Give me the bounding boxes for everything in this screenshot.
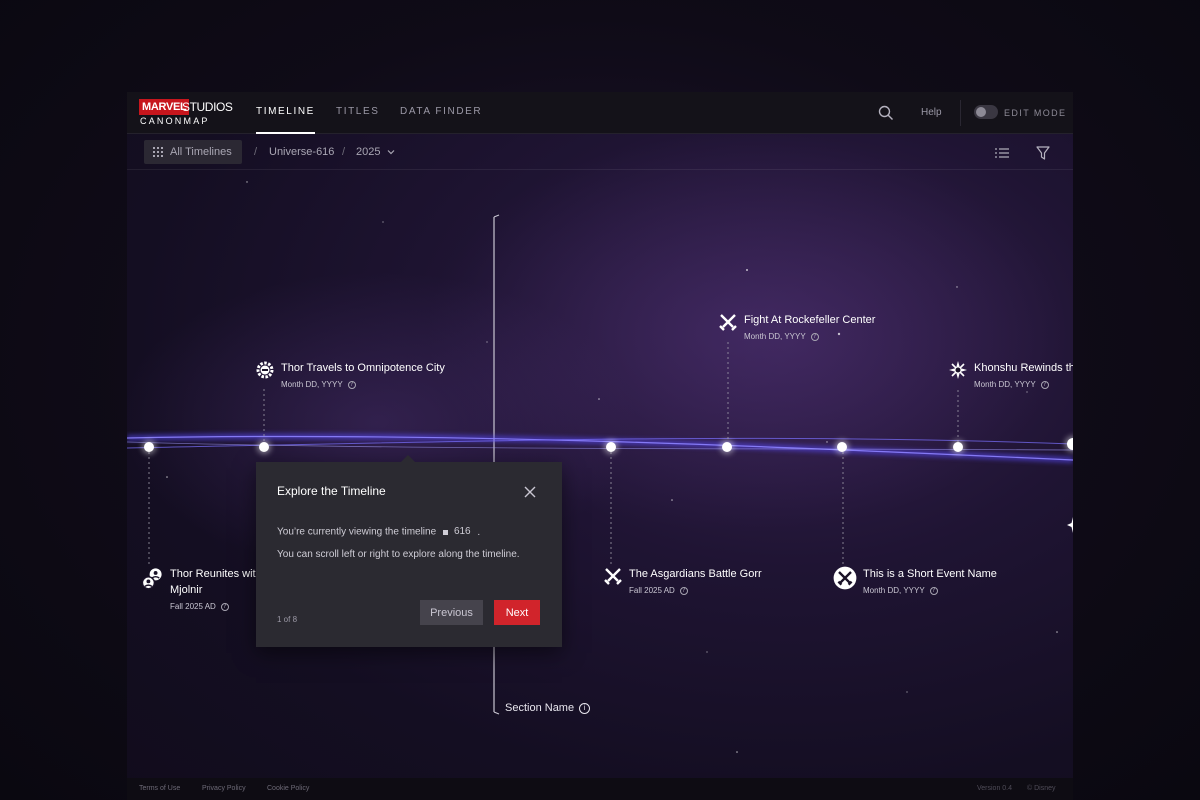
marvel-studios-canonmap-logo[interactable]: MARVEL STUDIOS CANONMAP bbox=[139, 99, 233, 127]
timeline-node[interactable] bbox=[722, 442, 732, 452]
gear-helmet-icon bbox=[256, 361, 274, 379]
footer-link-terms[interactable]: Terms of Use bbox=[139, 778, 180, 800]
toggle-knob bbox=[976, 107, 986, 117]
crossed-swords-icon bbox=[719, 314, 737, 331]
people-icon bbox=[141, 568, 162, 590]
timeline-node[interactable] bbox=[837, 442, 847, 452]
breadcrumb-separator: / bbox=[254, 146, 258, 158]
event-title: Khonshu Rewinds the bbox=[974, 362, 1073, 374]
logo-canonmap: CANONMAP bbox=[140, 116, 210, 126]
timeline-badge: 616 bbox=[442, 524, 471, 540]
help-circle-icon[interactable]: ? bbox=[929, 586, 938, 595]
help-circle-icon[interactable]: ? bbox=[347, 380, 356, 389]
starburst-icon bbox=[1067, 517, 1073, 533]
timeline-node[interactable] bbox=[953, 442, 963, 452]
crossed-swords-icon bbox=[604, 568, 622, 585]
copyright-label: © Disney bbox=[1027, 785, 1056, 792]
timeline-node[interactable] bbox=[606, 442, 616, 452]
all-timelines-label: All Timelines bbox=[170, 146, 232, 158]
tab-data-finder[interactable]: DATA FINDER bbox=[400, 92, 482, 134]
event-title: The Asgardians Battle Gorr bbox=[629, 568, 762, 580]
help-circle-icon[interactable]: ? bbox=[810, 332, 819, 341]
filter-icon[interactable] bbox=[1036, 146, 1050, 160]
help-circle-icon[interactable]: ? bbox=[679, 586, 688, 595]
crossed-swords-circle-icon bbox=[833, 566, 857, 590]
event-date: Fall 2025 AD bbox=[170, 602, 216, 611]
logo-studios: STUDIOS bbox=[182, 100, 233, 114]
breadcrumb-separator: / bbox=[342, 146, 346, 158]
timeline-id: 616 bbox=[453, 526, 471, 537]
tooltip-body: You’re currently viewing the timeline 61… bbox=[277, 524, 537, 569]
section-name: Section Name bbox=[505, 702, 575, 714]
tooltip-step-count: 1 of 8 bbox=[277, 615, 298, 624]
event-date: Month DD, YYYY bbox=[974, 380, 1036, 389]
grid-icon bbox=[153, 147, 163, 157]
close-icon[interactable] bbox=[524, 486, 536, 498]
tooltip-line1: You’re currently viewing the timeline bbox=[277, 526, 437, 538]
footer-link-privacy[interactable]: Privacy Policy bbox=[202, 778, 246, 800]
version-label: Version 0.4 bbox=[977, 785, 1013, 792]
starburst-icon bbox=[949, 361, 967, 379]
timeline-node[interactable] bbox=[259, 442, 269, 452]
tooltip-line1-end: . bbox=[477, 526, 481, 538]
info-icon[interactable]: i bbox=[579, 702, 591, 714]
help-circle-icon[interactable]: ? bbox=[1040, 380, 1049, 389]
event-card[interactable]: Thor Reunites with Mjolnir Fall 2025 AD? bbox=[140, 566, 262, 611]
breadcrumb: All Timelines / Universe-616 / 2025 bbox=[127, 134, 1073, 170]
tooltip-title: Explore the Timeline bbox=[277, 484, 386, 498]
tab-titles[interactable]: TITLES bbox=[336, 92, 380, 134]
timeline-node[interactable] bbox=[144, 442, 154, 452]
list-icon[interactable] bbox=[995, 148, 1009, 158]
search-icon[interactable] bbox=[878, 105, 894, 121]
explore-timeline-tooltip: Explore the Timeline You’re currently vi… bbox=[256, 455, 562, 647]
event-card[interactable]: Thor Travels to Omnipotence City Month D… bbox=[255, 360, 445, 389]
next-button[interactable]: Next bbox=[494, 600, 540, 625]
event-title: Thor Reunites with bbox=[170, 568, 262, 580]
event-card[interactable]: Khonshu Rewinds the Month DD, YYYY? bbox=[948, 360, 1073, 389]
event-card[interactable]: This is a Short Event Name Month DD, YYY… bbox=[833, 566, 997, 595]
all-timelines-button[interactable]: All Timelines bbox=[144, 140, 242, 164]
help-circle-icon[interactable]: ? bbox=[220, 602, 229, 611]
timeline-node[interactable] bbox=[1067, 438, 1073, 450]
timeline-square-icon bbox=[442, 529, 448, 535]
event-title: Thor Travels to Omnipotence City bbox=[281, 362, 445, 374]
breadcrumb-universe[interactable]: Universe-616 bbox=[269, 134, 334, 170]
top-nav: MARVEL STUDIOS CANONMAP TIMELINE TITLES … bbox=[127, 92, 1073, 134]
timeline-lines bbox=[127, 132, 1073, 753]
event-card[interactable]: The Asgardians Battle Gorr Fall 2025 AD? bbox=[603, 566, 762, 595]
breadcrumb-year[interactable]: 2025 bbox=[356, 134, 395, 170]
edit-mode-label: EDIT MODE bbox=[1004, 108, 1067, 118]
canonmap-app: Thor Travels to Omnipotence City Month D… bbox=[127, 92, 1073, 800]
breadcrumb-year-label: 2025 bbox=[356, 146, 381, 158]
event-title-line2: Mjolnir bbox=[170, 584, 203, 596]
event-card[interactable]: Fight At Rockefeller Center Month DD, YY… bbox=[718, 312, 875, 341]
event-date: Month DD, YYYY bbox=[281, 380, 343, 389]
event-date: Fall 2025 AD bbox=[629, 586, 675, 595]
footer: Terms of Use Privacy Policy Cookie Polic… bbox=[127, 778, 1073, 800]
nav-divider bbox=[960, 100, 961, 126]
event-date: Month DD, YYYY bbox=[863, 586, 925, 595]
event-date: Month DD, YYYY bbox=[744, 332, 806, 341]
chevron-down-icon bbox=[387, 150, 394, 155]
footer-link-cookies[interactable]: Cookie Policy bbox=[267, 778, 309, 800]
tab-timeline[interactable]: TIMELINE bbox=[256, 92, 315, 134]
event-title: Fight At Rockefeller Center bbox=[744, 314, 876, 326]
tooltip-line2: You can scroll left or right to explore … bbox=[277, 548, 520, 560]
section-label: Section Name i bbox=[505, 702, 591, 714]
tooltip-arrow bbox=[401, 455, 415, 462]
section-divider-line bbox=[493, 711, 500, 715]
event-title: This is a Short Event Name bbox=[863, 568, 997, 580]
help-link[interactable]: Help bbox=[921, 92, 942, 134]
edit-mode-toggle[interactable] bbox=[974, 105, 998, 119]
previous-button[interactable]: Previous bbox=[420, 600, 483, 625]
